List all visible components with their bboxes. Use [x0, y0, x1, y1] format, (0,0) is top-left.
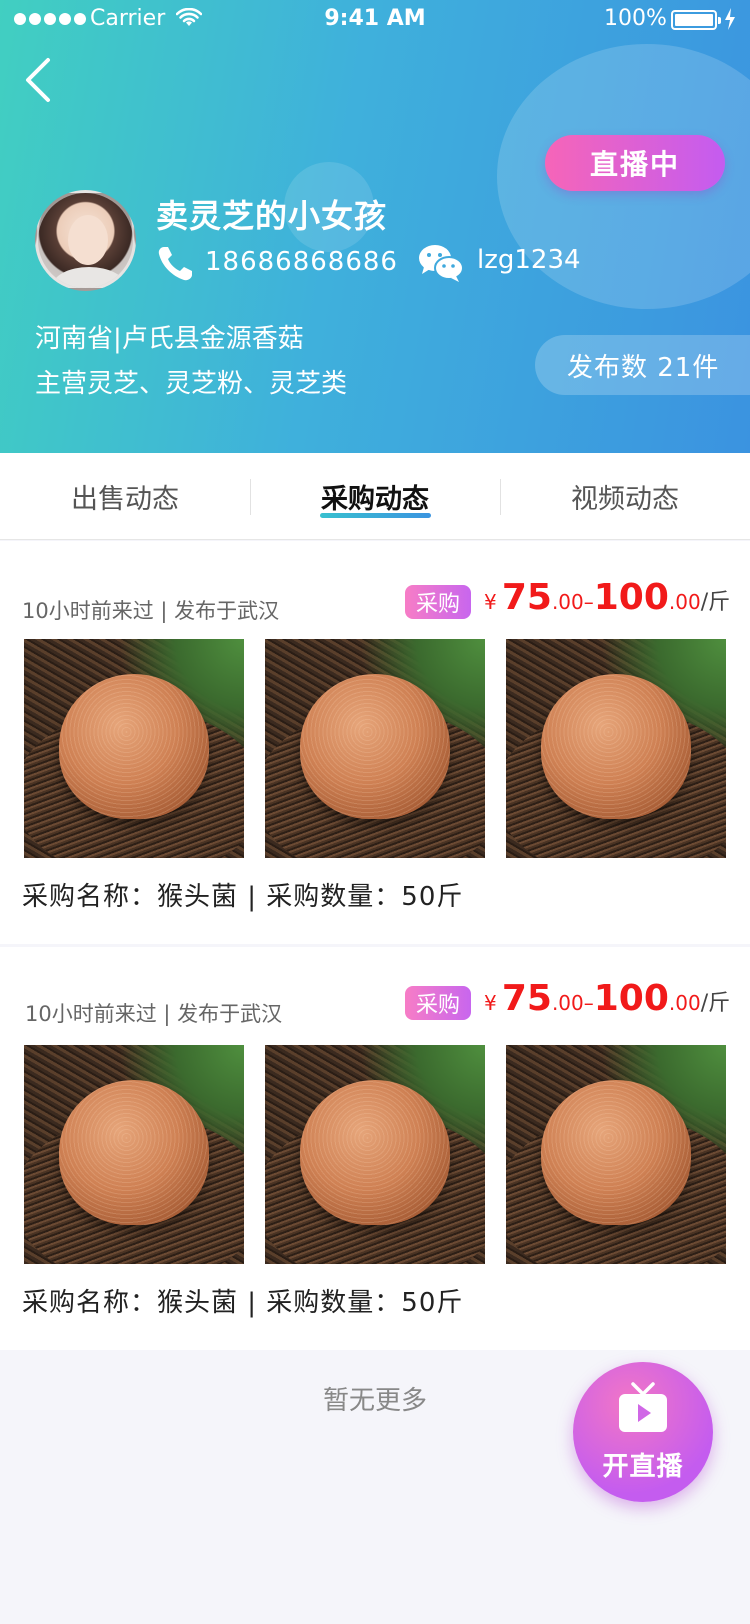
live-now-button[interactable]: 直播中 [545, 135, 725, 191]
post-card[interactable]: 10小时前来过 | 发布于武汉 采购 ¥ 75.00–100.00/斤 采购名称… [0, 541, 750, 944]
price-range: ¥ 75.00–100.00/斤 [484, 978, 730, 1019]
price-unit: /斤 [700, 590, 731, 615]
post-image[interactable] [506, 1045, 726, 1264]
price-low: 75 [501, 978, 552, 1019]
business-scope: 主营灵芝、灵芝粉、灵芝类 [35, 369, 348, 399]
post-image[interactable] [24, 639, 244, 858]
start-live-button[interactable]: 开直播 [573, 1362, 713, 1502]
activity-tabs: 出售动态 采购动态 视频动态 [0, 453, 750, 540]
post-meta: 10小时前来过 | 发布于武汉 [22, 599, 280, 623]
shop-name: 卖灵芝的小女孩 [156, 197, 388, 235]
purchase-tag: 采购 [405, 986, 471, 1020]
battery-icon [671, 10, 721, 30]
price-range: ¥ 75.00–100.00/斤 [484, 577, 730, 618]
phone-number[interactable]: 18686868686 [205, 247, 398, 277]
currency-symbol: ¥ [484, 590, 497, 614]
start-live-label: 开直播 [602, 1452, 684, 1482]
back-button[interactable] [18, 52, 62, 108]
battery-percent: 100% [604, 6, 667, 31]
price-high-decimal: .00 [668, 590, 701, 614]
post-meta: 10小时前来过 | 发布于武汉 [25, 1002, 283, 1026]
purchase-tag: 采购 [405, 585, 471, 619]
post-image[interactable] [265, 639, 485, 858]
profile-header: Carrier 9:41 AM 100% 直播中 卖灵芝的小女孩 1868686… [0, 0, 750, 453]
post-image[interactable] [24, 1045, 244, 1264]
charging-icon [725, 8, 735, 30]
publish-count-badge[interactable]: 发布数 21件 [535, 335, 750, 395]
post-image[interactable] [506, 639, 726, 858]
price-unit: /斤 [700, 991, 731, 1016]
price-low-decimal: .00 [551, 590, 584, 614]
shop-address: 河南省|卢氏县金源香菇 [35, 324, 304, 354]
price-separator: – [583, 991, 594, 1015]
wechat-icon [419, 245, 464, 282]
status-bar: Carrier 9:41 AM 100% [0, 0, 750, 40]
price-high: 100 [593, 978, 669, 1019]
active-tab-indicator [320, 513, 431, 518]
price-low-decimal: .00 [551, 991, 584, 1015]
price-high-decimal: .00 [668, 991, 701, 1015]
currency-symbol: ¥ [484, 991, 497, 1015]
tab-sales[interactable]: 出售动态 [0, 453, 250, 540]
post-description: 采购名称：猴头菌 | 采购数量：50斤 [22, 1288, 464, 1318]
avatar[interactable] [35, 190, 136, 291]
price-low: 75 [501, 577, 552, 618]
price-high: 100 [593, 577, 669, 618]
tab-purchase[interactable]: 采购动态 [250, 453, 500, 540]
tv-play-icon [619, 1382, 667, 1432]
post-description: 采购名称：猴头菌 | 采购数量：50斤 [22, 882, 464, 912]
wechat-id[interactable]: lzg1234 [477, 245, 581, 275]
price-separator: – [583, 590, 594, 614]
chevron-left-icon [26, 58, 50, 102]
post-image[interactable] [265, 1045, 485, 1264]
phone-icon [158, 247, 192, 281]
tab-video[interactable]: 视频动态 [500, 453, 750, 540]
post-card[interactable]: 10小时前来过 | 发布于武汉 采购 ¥ 75.00–100.00/斤 采购名称… [0, 947, 750, 1350]
